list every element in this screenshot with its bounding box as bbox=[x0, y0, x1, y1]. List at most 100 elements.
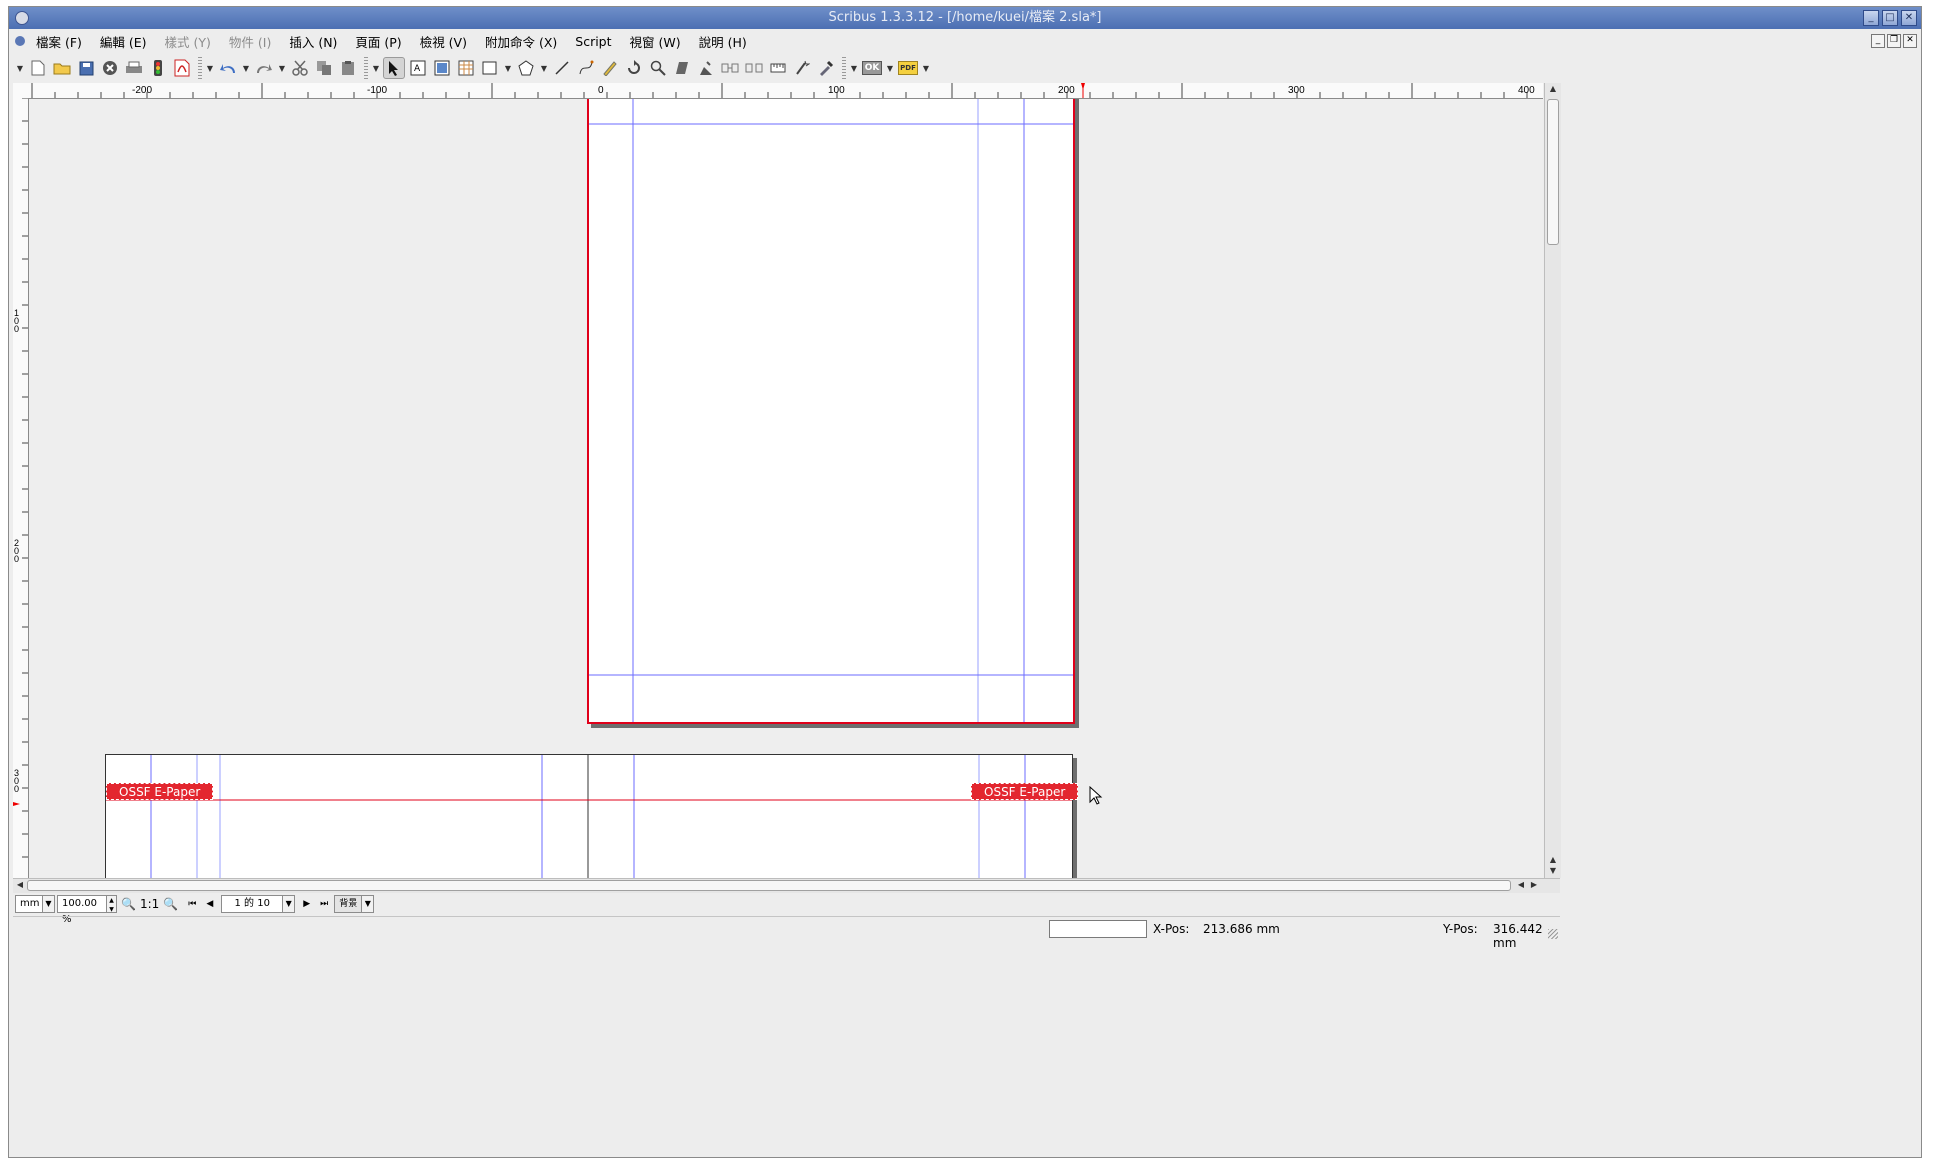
last-page-icon[interactable]: ⏭ bbox=[320, 899, 328, 909]
vertical-scrollbar-thumb[interactable] bbox=[1547, 99, 1559, 245]
next-page-icon[interactable]: ▶ bbox=[303, 899, 310, 909]
menu-insert[interactable]: 插入 (N) bbox=[280, 32, 346, 51]
toolbar-separator bbox=[364, 57, 368, 79]
previous-page-icon[interactable]: ◀ bbox=[206, 899, 213, 909]
horizontal-ruler[interactable]: -200 -100 0 100 200 300 400 bbox=[29, 83, 1543, 99]
close-document-icon[interactable] bbox=[99, 57, 121, 79]
copy-properties-icon[interactable] bbox=[791, 57, 813, 79]
polygon-icon[interactable] bbox=[515, 57, 537, 79]
page-1[interactable] bbox=[587, 99, 1075, 724]
ossf-text-frame-right[interactable]: OSSF E-Paper bbox=[971, 783, 1079, 800]
measure-icon[interactable] bbox=[767, 57, 789, 79]
rotate-icon[interactable] bbox=[623, 57, 645, 79]
vertical-ruler-ticks: 1 0 0 2 0 0 3 0 0 bbox=[13, 98, 28, 858]
menu-view[interactable]: 檢視 (V) bbox=[411, 32, 476, 51]
zoom-in-icon[interactable]: 🔍 bbox=[163, 897, 178, 911]
image-frame-icon[interactable] bbox=[431, 57, 453, 79]
menu-bar: 檔案 (F) 編輯 (E) 樣式 (Y) 物件 (I) 插入 (N) 頁面 (P… bbox=[9, 30, 1921, 52]
open-icon[interactable] bbox=[51, 57, 73, 79]
toolbar-options-icon[interactable]: ▼ bbox=[371, 57, 381, 79]
horizontal-scrollbar-thumb[interactable] bbox=[27, 880, 1511, 891]
status-input[interactable] bbox=[1049, 920, 1147, 938]
menu-edit[interactable]: 編輯 (E) bbox=[91, 32, 156, 51]
doc-restore-icon[interactable]: ❐ bbox=[1887, 34, 1901, 48]
zoom-1to1-button[interactable]: 1:1 bbox=[140, 897, 159, 911]
ruler-label: 0 bbox=[14, 784, 19, 794]
page-select[interactable]: 1 的 10 bbox=[221, 895, 284, 913]
paste-icon[interactable] bbox=[337, 57, 359, 79]
horizontal-scrollbar[interactable]: ◀ ◀ ▶ bbox=[13, 878, 1560, 893]
toolbar-options-icon[interactable]: ▼ bbox=[849, 57, 859, 79]
scroll-right-icon[interactable]: ▶ bbox=[1527, 879, 1541, 891]
ruler-label: 400 bbox=[1518, 85, 1535, 96]
edit-text-icon[interactable] bbox=[695, 57, 717, 79]
edit-contents-icon[interactable] bbox=[671, 57, 693, 79]
doc-minimize-icon[interactable]: _ bbox=[1871, 34, 1885, 48]
ruler-origin[interactable] bbox=[13, 83, 29, 99]
copy-icon[interactable] bbox=[313, 57, 335, 79]
menu-file[interactable]: 檔案 (F) bbox=[27, 32, 91, 51]
minimize-button[interactable]: _ bbox=[1863, 10, 1879, 26]
vertical-ruler[interactable]: 1 0 0 2 0 0 3 0 0 bbox=[13, 98, 29, 878]
eyedropper-icon[interactable] bbox=[815, 57, 837, 79]
line-icon[interactable] bbox=[551, 57, 573, 79]
doc-close-icon[interactable]: ✕ bbox=[1903, 34, 1917, 48]
print-icon[interactable] bbox=[123, 57, 145, 79]
link-frames-icon[interactable] bbox=[719, 57, 741, 79]
pdf-field-dropdown-icon[interactable]: ▼ bbox=[921, 57, 931, 79]
preflight-icon[interactable] bbox=[147, 57, 169, 79]
vertical-scrollbar[interactable]: ▲ ▲ ▼ bbox=[1544, 83, 1561, 878]
select-icon[interactable] bbox=[383, 57, 405, 79]
scroll-right-page-left-icon[interactable]: ◀ bbox=[1514, 879, 1528, 891]
zoom-input[interactable]: 100.00 % bbox=[57, 895, 107, 925]
menu-item[interactable]: 物件 (I) bbox=[220, 32, 280, 51]
document-canvas[interactable]: OSSF E-Paper OSSF E-Paper bbox=[29, 99, 1543, 878]
bezier-icon[interactable] bbox=[575, 57, 597, 79]
scroll-up-icon[interactable]: ▲ bbox=[1546, 83, 1560, 95]
unit-select[interactable]: mm bbox=[15, 895, 43, 913]
text-frame-icon[interactable]: A bbox=[407, 57, 429, 79]
cut-icon[interactable] bbox=[289, 57, 311, 79]
zoom-icon[interactable] bbox=[647, 57, 669, 79]
shape-icon[interactable] bbox=[479, 57, 501, 79]
shape-dropdown-icon[interactable]: ▼ bbox=[503, 57, 513, 79]
first-page-icon[interactable]: ⏮ bbox=[188, 899, 196, 909]
redo-dropdown-icon[interactable]: ▼ bbox=[277, 57, 287, 79]
redo-icon[interactable] bbox=[253, 57, 275, 79]
save-icon[interactable] bbox=[75, 57, 97, 79]
menu-script[interactable]: Script bbox=[566, 34, 620, 49]
page-dropdown-icon[interactable]: ▼ bbox=[283, 895, 296, 913]
undo-icon[interactable] bbox=[217, 57, 239, 79]
table-icon[interactable] bbox=[455, 57, 477, 79]
page-2-spread[interactable]: OSSF E-Paper OSSF E-Paper bbox=[105, 754, 1079, 878]
menu-extras[interactable]: 附加命令 (X) bbox=[476, 32, 566, 51]
scroll-page-down-icon[interactable]: ▼ bbox=[1546, 865, 1560, 877]
scroll-left-icon[interactable]: ◀ bbox=[13, 879, 27, 891]
freehand-icon[interactable] bbox=[599, 57, 621, 79]
layer-dropdown-icon[interactable]: ▼ bbox=[362, 895, 375, 913]
close-button[interactable]: ✕ bbox=[1901, 10, 1917, 26]
new-document-icon[interactable] bbox=[27, 57, 49, 79]
polygon-dropdown-icon[interactable]: ▼ bbox=[539, 57, 549, 79]
menu-style[interactable]: 樣式 (Y) bbox=[156, 32, 220, 51]
zoom-spinner[interactable]: ▲ ▼ bbox=[107, 895, 117, 913]
menu-page[interactable]: 頁面 (P) bbox=[346, 32, 410, 51]
pdf-pushbutton-dropdown-icon[interactable]: ▼ bbox=[885, 57, 895, 79]
pdf-field-icon[interactable]: PDF bbox=[897, 57, 919, 79]
unit-dropdown-icon[interactable]: ▼ bbox=[43, 895, 55, 913]
layer-select[interactable]: 背景 bbox=[334, 895, 363, 913]
undo-dropdown-icon[interactable]: ▼ bbox=[241, 57, 251, 79]
menu-help[interactable]: 說明 (H) bbox=[690, 32, 756, 51]
pdf-pushbutton-icon[interactable]: OK bbox=[861, 57, 883, 79]
toolbar-options-icon[interactable]: ▼ bbox=[205, 57, 215, 79]
maximize-button[interactable]: □ bbox=[1882, 10, 1898, 26]
export-pdf-icon[interactable] bbox=[171, 57, 193, 79]
resize-grip-icon[interactable] bbox=[1548, 929, 1558, 939]
toolbar-options-icon[interactable]: ▼ bbox=[15, 57, 25, 79]
zoom-out-icon[interactable]: 🔍 bbox=[121, 897, 136, 911]
unlink-frames-icon[interactable] bbox=[743, 57, 765, 79]
ossf-text-frame-left[interactable]: OSSF E-Paper bbox=[106, 783, 214, 800]
app-icon[interactable] bbox=[15, 11, 29, 25]
menu-windows[interactable]: 視窗 (W) bbox=[621, 32, 690, 51]
title-bar[interactable]: Scribus 1.3.3.12 - [/home/kuei/檔案 2.sla*… bbox=[9, 7, 1921, 29]
